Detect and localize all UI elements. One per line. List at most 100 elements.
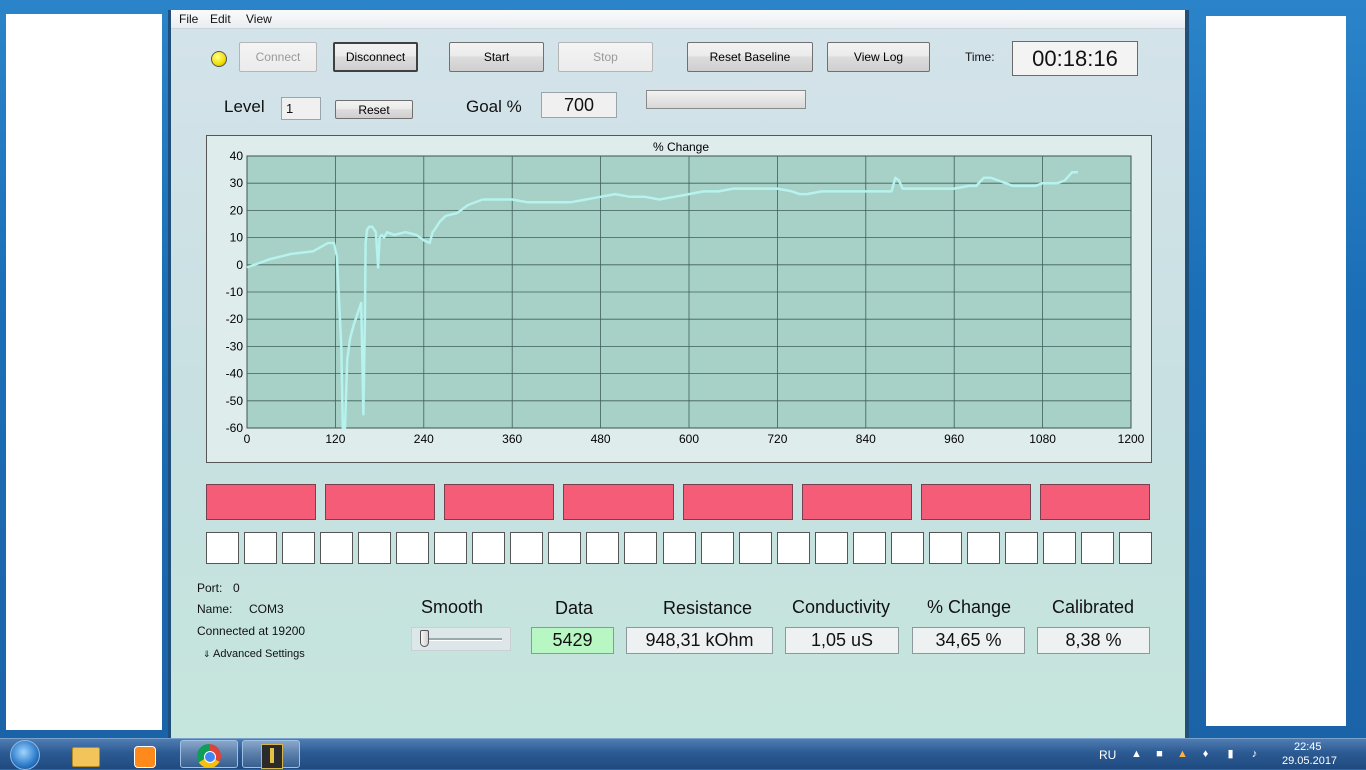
cell-box — [586, 532, 620, 564]
cell-box — [852, 532, 886, 564]
zone-block — [920, 484, 1031, 520]
clock-time[interactable]: 22:45 — [1294, 741, 1322, 753]
chart-title: % Change — [653, 140, 709, 154]
taskbar-app-window[interactable] — [242, 740, 300, 769]
cell-box — [662, 532, 696, 564]
chart-svg: % Change 0 120 240 360 480 600 720 840 960 1080 12… — [226, 140, 1145, 446]
double-chevron-down-icon: ⇓ — [203, 649, 214, 659]
tray-warning-icon[interactable]: ▲ — [1176, 748, 1189, 761]
cell-box — [776, 532, 810, 564]
y-tick-label: 40 — [230, 149, 244, 163]
level-reset-button[interactable]: Reset — [335, 100, 413, 119]
cell-box — [510, 532, 544, 564]
menu-file[interactable]: File — [179, 12, 198, 26]
level-label: Level — [224, 97, 265, 116]
clock-date[interactable]: 29.05.2017 — [1282, 755, 1337, 767]
y-tick-label: -60 — [226, 421, 244, 435]
x-tick-label: 840 — [856, 432, 876, 446]
y-tick-label: -50 — [226, 394, 244, 408]
folder-icon — [72, 747, 100, 767]
start-button[interactable]: Start — [449, 42, 544, 72]
goal-label: Goal % — [466, 97, 522, 116]
taskbar-explorer[interactable] — [56, 740, 114, 768]
taskbar-media-player[interactable] — [116, 740, 174, 768]
goal-progress-bar — [646, 90, 806, 109]
cell-box — [320, 532, 354, 564]
cell-box — [814, 532, 848, 564]
resistance-value-field: 948,31 kOhm — [626, 627, 773, 654]
advanced-settings-toggle[interactable]: ⇓ Advanced Settings — [203, 648, 305, 660]
data-label: Data — [555, 598, 594, 618]
zone-block — [1039, 484, 1150, 520]
smooth-slider[interactable] — [411, 627, 511, 651]
port-label: Port: — [197, 581, 223, 595]
chrome-icon — [197, 744, 221, 768]
background-window-right — [1206, 16, 1346, 726]
cell-box — [700, 532, 734, 564]
disconnect-button[interactable]: Disconnect — [333, 42, 418, 72]
level-input[interactable]: 1 — [281, 97, 321, 120]
x-tick-label: 240 — [414, 432, 434, 446]
y-tick-label: -10 — [226, 285, 244, 299]
background-window-left — [6, 14, 162, 730]
x-tick-label: 720 — [767, 432, 787, 446]
taskbar-chrome[interactable] — [180, 740, 238, 768]
tray-volume-icon[interactable]: ♪ — [1248, 748, 1261, 761]
cell-box — [206, 532, 239, 564]
smooth-slider-track — [420, 638, 502, 641]
tray-security-icon[interactable]: ♦ — [1199, 748, 1212, 761]
view-log-button[interactable]: View Log — [827, 42, 930, 72]
zone-block — [444, 484, 555, 520]
name-value: COM3 — [249, 602, 284, 616]
tray-network-error-icon[interactable]: ■ — [1153, 748, 1166, 761]
conductivity-label: Conductivity — [792, 597, 891, 617]
cell-box — [738, 532, 772, 564]
zone-block — [563, 484, 674, 520]
start-orb-button[interactable] — [6, 739, 42, 770]
taskbar: RU ▲ ■ ▲ ♦ ▮ ♪ 22:45 29.05.2017 — [0, 738, 1366, 770]
zone-block — [801, 484, 912, 520]
zone-block — [325, 484, 436, 520]
y-tick-label: 20 — [230, 203, 244, 217]
connection-status-led — [211, 51, 227, 67]
cell-box — [928, 532, 962, 564]
app-window: File Edit View Connect Disconnect Start … — [168, 10, 1189, 738]
cell-box — [1080, 532, 1114, 564]
language-indicator[interactable]: RU — [1099, 748, 1116, 762]
zone-block — [682, 484, 793, 520]
cell-box — [966, 532, 1000, 564]
cell-box — [1119, 532, 1152, 564]
name-label: Name: — [197, 602, 233, 616]
cell-box — [434, 532, 468, 564]
cell-box — [358, 532, 392, 564]
conductivity-value-field: 1,05 uS — [785, 627, 899, 654]
menu-view[interactable]: View — [246, 12, 272, 26]
y-tick-label: 0 — [236, 258, 243, 272]
menu-edit[interactable]: Edit — [210, 12, 231, 26]
goal-percent-field[interactable]: 700 — [541, 92, 617, 118]
connection-status-text: Connected at 19200 — [197, 624, 306, 638]
y-tick-label: 30 — [230, 176, 244, 190]
y-tick-label: 10 — [230, 231, 244, 245]
menu-bar: File Edit View — [171, 10, 1185, 29]
connect-button[interactable]: Connect — [239, 42, 317, 72]
tray-signal-icon[interactable]: ▮ — [1224, 748, 1237, 761]
cell-box — [396, 532, 430, 564]
y-tick-label: -20 — [226, 312, 244, 326]
cell-box — [244, 532, 278, 564]
media-player-icon — [134, 746, 156, 768]
reset-baseline-button[interactable]: Reset Baseline — [687, 42, 813, 72]
tray-arrow-icon[interactable]: ▲ — [1130, 748, 1143, 761]
smooth-slider-thumb[interactable] — [420, 630, 429, 647]
zone-block — [206, 484, 317, 520]
x-tick-label: 1080 — [1029, 432, 1056, 446]
app-icon — [261, 744, 283, 769]
calibrated-value-field: 8,38 % — [1037, 627, 1150, 654]
advanced-settings-label: Advanced Settings — [213, 648, 305, 660]
y-tick-label: -30 — [226, 339, 244, 353]
stop-button[interactable]: Stop — [558, 42, 653, 72]
change-value-field: 34,65 % — [912, 627, 1025, 654]
cell-box — [282, 532, 316, 564]
x-tick-label: 600 — [679, 432, 699, 446]
x-tick-label: 480 — [591, 432, 611, 446]
